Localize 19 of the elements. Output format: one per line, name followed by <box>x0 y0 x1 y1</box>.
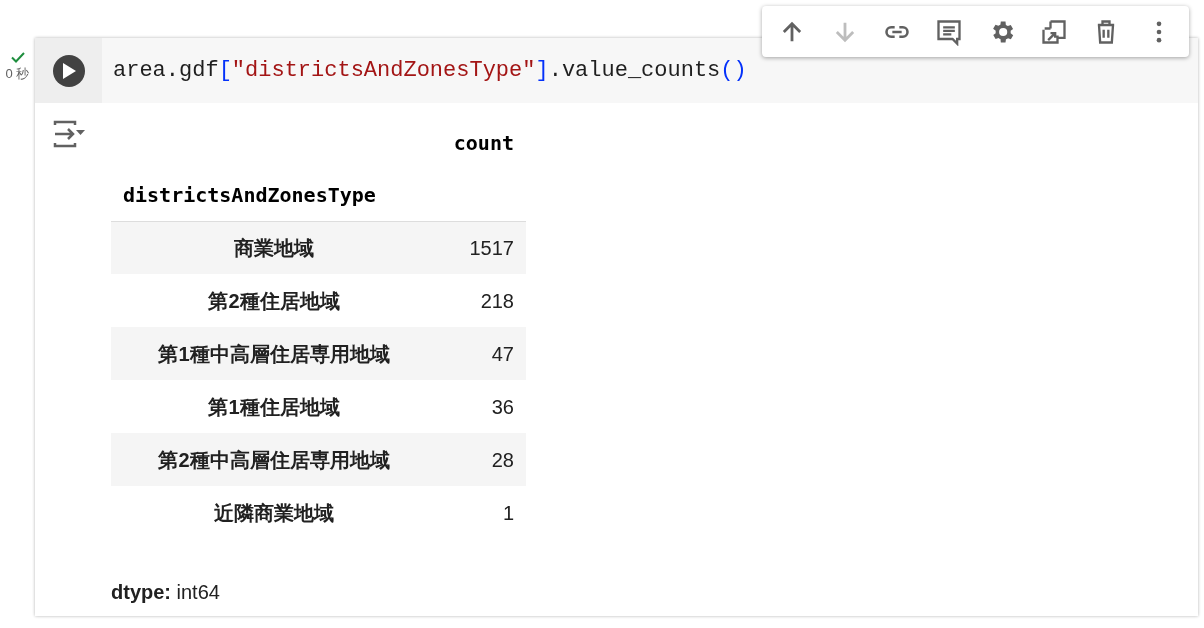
execution-time: 0 秒 <box>5 65 30 83</box>
column-header: count <box>452 130 515 157</box>
count-cell: 47 <box>437 327 526 380</box>
row-label: 近隣商業地域 <box>111 486 438 539</box>
row-label: 第1種中高層住居専用地域 <box>111 327 438 380</box>
count-cell: 1 <box>437 486 526 539</box>
count-cell: 28 <box>437 433 526 486</box>
play-icon <box>61 62 76 79</box>
row-label: 第1種住居地域 <box>111 380 438 433</box>
output-options-icon[interactable] <box>51 119 87 149</box>
row-label: 第2種住居地域 <box>111 274 438 327</box>
count-cell: 218 <box>437 274 526 327</box>
count-cell: 36 <box>437 380 526 433</box>
count-cell: 1517 <box>437 221 526 274</box>
row-label: 商業地域 <box>111 221 438 274</box>
run-button[interactable] <box>52 54 85 87</box>
dtype-label: dtype: int64 <box>111 580 220 605</box>
row-label: 第2種中高層住居専用地域 <box>111 433 438 486</box>
index-name-header: districtsAndZonesType <box>111 169 438 221</box>
